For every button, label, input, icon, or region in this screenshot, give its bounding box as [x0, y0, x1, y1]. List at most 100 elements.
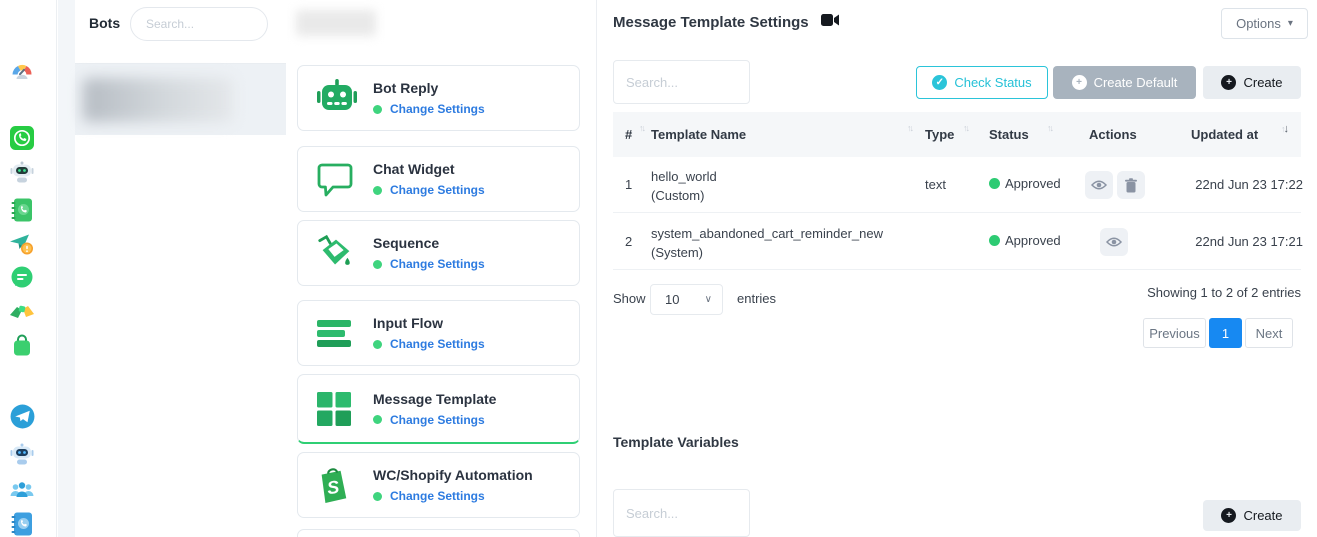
template-variant: (System): [651, 243, 883, 262]
bot-settings-panel: Bot Reply Change Settings Chat Widget Ch…: [287, 0, 597, 537]
change-settings-link[interactable]: Change Settings: [390, 337, 485, 351]
sort-icon[interactable]: ↑↓: [963, 123, 968, 133]
status-dot: [373, 492, 382, 501]
card-title: Message Template: [373, 391, 496, 407]
bots-panel-title: Bots: [89, 15, 120, 31]
whatsapp-icon[interactable]: [8, 124, 36, 152]
entries-label: entries: [737, 291, 776, 306]
shopping-bag-icon[interactable]: [8, 332, 36, 360]
pagination-page-1[interactable]: 1: [1209, 318, 1242, 348]
entries-summary: Showing 1 to 2 of 2 entries: [1147, 285, 1301, 300]
template-type: text: [925, 177, 946, 192]
template-variables-create-button[interactable]: + Create: [1203, 500, 1301, 531]
col-actions[interactable]: Actions: [1089, 127, 1137, 142]
col-num[interactable]: #: [625, 127, 632, 142]
create-default-button[interactable]: + Create Default: [1053, 66, 1196, 99]
sort-icon[interactable]: ↑↓: [1047, 123, 1052, 133]
bots-search-input[interactable]: [130, 7, 268, 41]
status-cell: Approved: [989, 176, 1061, 191]
approved-dot: [989, 178, 1000, 189]
check-status-label: Check Status: [954, 75, 1031, 90]
input-flow-icon: [315, 315, 363, 351]
updated-at: 22nd Jun 23 17:21: [1173, 234, 1303, 249]
bot-reply-icon: [315, 78, 363, 118]
bot-list-item-selected[interactable]: [75, 63, 286, 135]
main-content: Message Template Settings Options ▾ ✓ Ch…: [598, 0, 1317, 537]
status-cell: Approved: [989, 233, 1061, 248]
bots-panel: Bots: [75, 0, 286, 537]
chat-bubble-green-icon[interactable]: [8, 264, 36, 292]
page-title: Message Template Settings: [613, 14, 809, 31]
redacted-panel-title: [296, 10, 376, 36]
template-name: system_abandoned_cart_reminder_new: [651, 224, 883, 243]
change-settings-link[interactable]: Change Settings: [390, 102, 485, 116]
plus-circle-icon: +: [1072, 75, 1087, 90]
phonebook-blue-icon[interactable]: [8, 510, 36, 537]
robot-blue-icon[interactable]: [8, 440, 36, 468]
telegram-icon[interactable]: [8, 402, 36, 430]
chat-widget-icon: [315, 160, 363, 198]
card-input-flow[interactable]: Input Flow Change Settings: [297, 300, 580, 366]
change-settings-link[interactable]: Change Settings: [390, 489, 485, 503]
pagination-next[interactable]: Next: [1245, 318, 1293, 348]
pagination-previous[interactable]: Previous: [1143, 318, 1206, 348]
col-template-name[interactable]: Template Name: [651, 127, 746, 142]
people-blue-icon[interactable]: [8, 476, 36, 504]
check-status-button[interactable]: ✓ Check Status: [916, 66, 1048, 99]
plus-circle-icon: +: [1221, 75, 1236, 90]
sort-icon[interactable]: ↑↓: [907, 123, 912, 133]
page-size-select[interactable]: 10 ∨: [650, 284, 723, 315]
card-bot-reply[interactable]: Bot Reply Change Settings: [297, 65, 580, 131]
status-dot: [373, 340, 382, 349]
card-wc-shopify-automation[interactable]: S WC/Shopify Automation Change Settings: [297, 452, 580, 518]
template-variant: (Custom): [651, 186, 717, 205]
table-row: 1 hello_world (Custom) text Approved 22n…: [613, 157, 1301, 213]
template-variables-search-input[interactable]: [613, 489, 750, 537]
status-dot: [373, 105, 382, 114]
change-settings-link[interactable]: Change Settings: [390, 257, 485, 271]
view-button[interactable]: [1085, 171, 1113, 199]
robot-green-icon[interactable]: [8, 158, 36, 186]
sort-icon[interactable]: ↑↓: [639, 123, 644, 133]
col-status[interactable]: Status: [989, 127, 1029, 142]
card-sequence[interactable]: Sequence Change Settings: [297, 220, 580, 286]
video-camera-icon[interactable]: [821, 13, 840, 32]
template-search-input[interactable]: [613, 60, 750, 104]
change-settings-link[interactable]: Change Settings: [390, 413, 485, 427]
sort-icon-active[interactable]: ↑↓: [1281, 123, 1287, 135]
card-title: Bot Reply: [373, 80, 485, 96]
delete-button[interactable]: [1117, 171, 1145, 199]
table-row: 2 system_abandoned_cart_reminder_new (Sy…: [613, 213, 1301, 270]
card-message-template[interactable]: Message Template Change Settings: [297, 374, 580, 444]
card-title: WC/Shopify Automation: [373, 467, 533, 483]
row-num: 2: [625, 234, 632, 249]
phonebook-green-icon[interactable]: [8, 196, 36, 224]
dashboard-icon[interactable]: [8, 58, 36, 86]
status-label: Approved: [1005, 233, 1061, 248]
show-label: Show: [613, 291, 646, 306]
create-label: Create: [1243, 508, 1282, 523]
sequence-icon: [315, 233, 363, 273]
card-chat-widget[interactable]: Chat Widget Change Settings: [297, 146, 580, 212]
page-size-value: 10: [665, 292, 679, 307]
options-button[interactable]: Options ▾: [1221, 8, 1308, 39]
create-label: Create: [1243, 75, 1282, 90]
card-title: Chat Widget: [373, 161, 485, 177]
col-type[interactable]: Type: [925, 127, 954, 142]
row-num: 1: [625, 177, 632, 192]
caret-down-icon: ∨: [705, 294, 712, 305]
status-label: Approved: [1005, 176, 1061, 191]
paper-plane-coin-icon[interactable]: [8, 230, 36, 258]
plus-circle-icon: +: [1221, 508, 1236, 523]
updated-at: 22nd Jun 23 17:22: [1173, 177, 1303, 192]
shopify-icon: S: [315, 464, 363, 506]
hands-puzzle-icon[interactable]: [8, 298, 36, 326]
card-title: Input Flow: [373, 315, 485, 331]
channel-icon-rail: [0, 0, 57, 537]
col-updated-at[interactable]: Updated at: [1191, 127, 1258, 142]
table-header: # ↑↓ Template Name ↑↓ Type ↑↓ Status ↑↓ …: [613, 112, 1301, 157]
view-button[interactable]: [1100, 228, 1128, 256]
change-settings-link[interactable]: Change Settings: [390, 183, 485, 197]
template-variables-title: Template Variables: [613, 434, 739, 450]
create-button[interactable]: + Create: [1203, 66, 1301, 99]
